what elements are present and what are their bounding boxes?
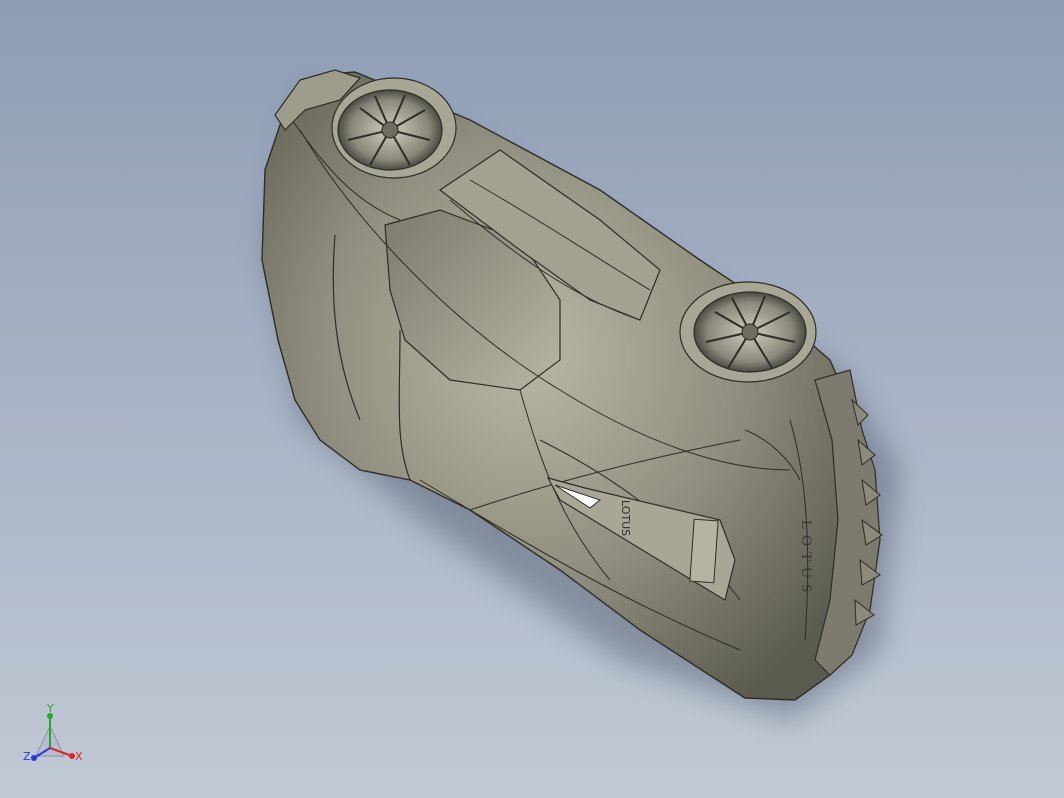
x-axis-label: X xyxy=(75,750,83,763)
y-axis-label: Y xyxy=(46,702,54,715)
front-wheel xyxy=(331,77,457,179)
z-axis-label: Z xyxy=(23,750,31,763)
hood-badge: LOTUS xyxy=(619,500,632,536)
z-axis-tip xyxy=(31,755,37,761)
car-model-view[interactable]: LOTUS LOTUS xyxy=(0,0,1064,798)
graphics-viewport[interactable]: LOTUS LOTUS Y X Z xyxy=(0,0,1064,798)
rear-lettering: LOTUS xyxy=(798,520,814,598)
rear-wheel xyxy=(679,281,817,383)
coordinate-triad: Y X Z xyxy=(23,702,83,763)
